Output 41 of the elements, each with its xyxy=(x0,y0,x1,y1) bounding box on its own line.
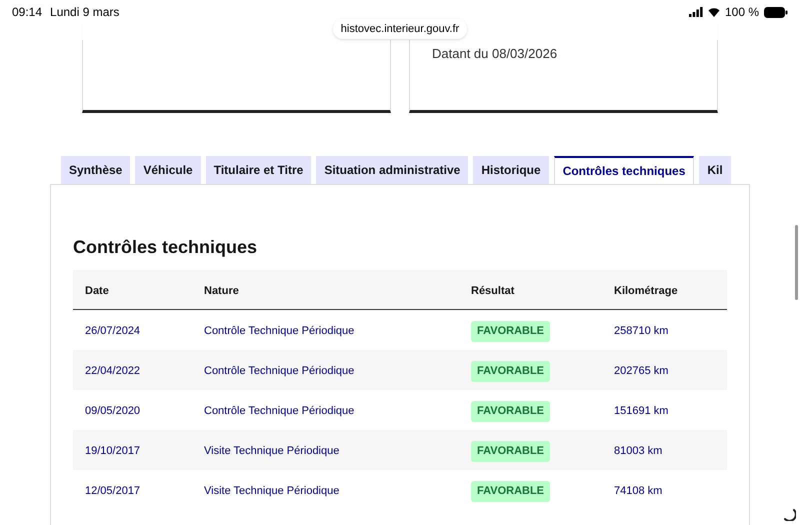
table-cell: 202765 km xyxy=(614,365,668,377)
table-cell: 09/05/2020 xyxy=(85,405,140,417)
tab[interactable]: Contrôles techniques xyxy=(554,156,694,184)
status-date: Lundi 9 mars xyxy=(50,4,120,21)
table-cell: 258710 km xyxy=(614,325,668,337)
table-cell: 22/04/2022 xyxy=(85,365,140,377)
table-cell: Contrôle Technique Périodique xyxy=(204,405,354,417)
tab[interactable]: Situation administrative xyxy=(316,156,468,184)
result-badge: FAVORABLE xyxy=(471,361,550,382)
result-badge: FAVORABLE xyxy=(471,321,550,342)
tab[interactable]: Synthèse xyxy=(61,156,130,184)
table-cell: Contrôle Technique Périodique xyxy=(204,365,354,377)
wifi-icon xyxy=(708,7,720,17)
tab[interactable]: Historique xyxy=(473,156,549,184)
table-cell: 81003 km xyxy=(614,445,662,457)
spinner-icon xyxy=(782,507,796,521)
tab[interactable]: Véhicule xyxy=(135,156,201,184)
column-header: Nature xyxy=(204,284,239,296)
table-cell: 26/07/2024 xyxy=(85,325,140,337)
result-badge: FAVORABLE xyxy=(471,481,550,502)
status-time: 09:14 xyxy=(12,4,42,21)
tab[interactable]: Kil xyxy=(699,156,731,184)
result-badge: FAVORABLE xyxy=(471,441,550,462)
section-title: Contrôles techniques xyxy=(73,236,258,259)
url-label[interactable]: histovec.interieur.gouv.fr xyxy=(332,19,468,39)
table-cell: 12/05/2017 xyxy=(85,485,140,497)
column-header: Date xyxy=(85,284,109,296)
table-cell: Contrôle Technique Périodique xyxy=(204,325,354,337)
table-cell: Visite Technique Périodique xyxy=(204,485,340,497)
card-text: Datant du 08/03/2026 xyxy=(432,46,558,61)
tab[interactable]: Titulaire et Titre xyxy=(206,156,312,184)
battery-percent: 100 % xyxy=(724,4,759,21)
table-cell: 74108 km xyxy=(614,485,662,497)
result-badge: FAVORABLE xyxy=(471,401,550,422)
column-header: Résultat xyxy=(471,284,514,296)
column-header: Kilométrage xyxy=(614,284,678,296)
signal-icon xyxy=(688,7,703,17)
battery-icon xyxy=(764,6,788,18)
table-cell: Visite Technique Périodique xyxy=(204,445,340,457)
table-cell: 19/10/2017 xyxy=(85,445,140,457)
table-cell: 151691 km xyxy=(614,405,668,417)
